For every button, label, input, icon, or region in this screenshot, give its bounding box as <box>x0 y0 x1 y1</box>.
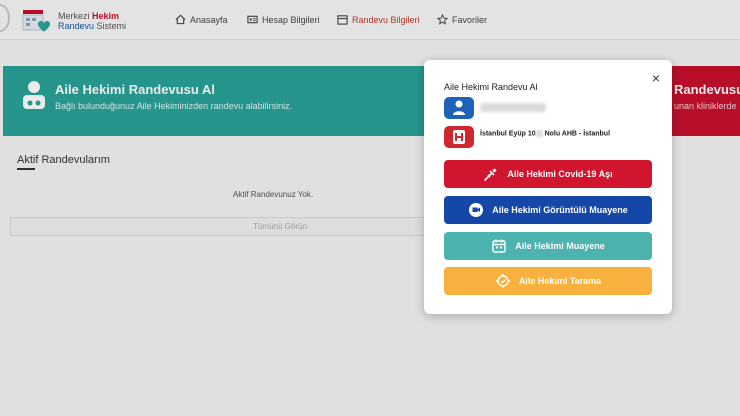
scan-icon <box>495 274 510 288</box>
hospital-name: İstanbul Eyüp 10 Nolu AHB - İstanbul <box>480 130 610 137</box>
hospital-icon <box>444 126 474 148</box>
covid-vaccine-button[interactable]: Aile Hekimi Covid-19 Aşı <box>444 160 652 188</box>
hospital-name-part: Nolu AHB - İstanbul <box>542 130 611 138</box>
person-icon <box>444 97 474 119</box>
appointment-modal: Aile Hekimi Randevu Al × İstanbul Eyüp 1… <box>424 60 672 314</box>
button-label: Aile Hekimi Görüntülü Muayene <box>492 205 628 215</box>
screening-button[interactable]: Aile Hekimi Tarama <box>444 267 652 295</box>
modal-title: Aile Hekimi Randevu Al <box>444 82 538 92</box>
button-label: Aile Hekimi Covid-19 Aşı <box>507 169 613 179</box>
button-label: Aile Hekimi Muayene <box>515 241 605 251</box>
redacted-digit <box>535 130 543 137</box>
patient-name-redacted <box>480 103 546 112</box>
syringe-icon <box>484 168 497 182</box>
examination-button[interactable]: Aile Hekimi Muayene <box>444 232 652 260</box>
close-icon[interactable]: × <box>648 70 664 86</box>
calendar-icon <box>492 239 506 253</box>
button-label: Aile Hekimi Tarama <box>518 276 602 286</box>
chat-icon <box>469 203 484 217</box>
hospital-name-part: İstanbul Eyüp 10 <box>480 130 536 138</box>
video-consultation-button[interactable]: Aile Hekimi Görüntülü Muayene <box>444 196 652 224</box>
